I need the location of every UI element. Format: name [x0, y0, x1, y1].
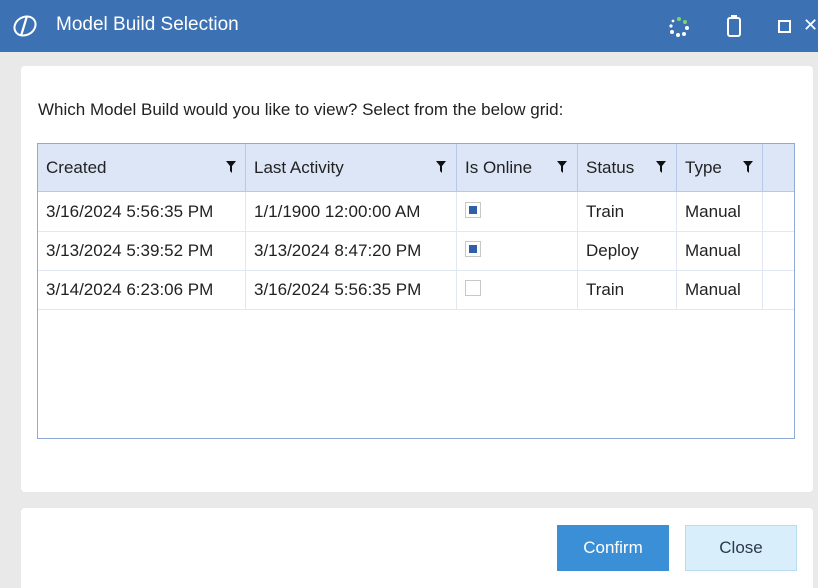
cell-last-activity: 3/13/2024 8:47:20 PM [246, 231, 457, 270]
cell-text: 3/16/2024 5:56:35 PM [254, 280, 422, 299]
app-logo-icon [13, 15, 37, 37]
table-row[interactable]: 3/14/2024 6:23:06 PM 3/16/2024 5:56:35 P… [38, 270, 794, 310]
filter-icon[interactable] [226, 161, 236, 173]
filter-icon[interactable] [656, 161, 666, 173]
column-header-is-online[interactable]: Is Online [457, 144, 578, 191]
table-row[interactable]: 3/13/2024 5:39:52 PM 3/13/2024 8:47:20 P… [38, 231, 794, 271]
column-header-label: Status [586, 158, 635, 177]
cell-created: 3/13/2024 5:39:52 PM [38, 231, 246, 270]
cell-text: Deploy [586, 241, 639, 260]
filter-icon[interactable] [557, 161, 567, 173]
column-header-type[interactable]: Type [677, 144, 763, 191]
cell-created: 3/16/2024 5:56:35 PM [38, 192, 246, 231]
cell-type: Manual [677, 231, 763, 270]
column-header-label: Last Activity [254, 158, 344, 177]
window-title: Model Build Selection [56, 14, 239, 35]
cell-type: Manual [677, 270, 763, 309]
online-checkbox[interactable] [465, 202, 481, 218]
column-header-last-activity[interactable]: Last Activity [246, 144, 457, 191]
table-row[interactable]: 3/16/2024 5:56:35 PM 1/1/1900 12:00:00 A… [38, 192, 794, 232]
cell-status: Train [578, 270, 677, 309]
cell-text: 3/16/2024 5:56:35 PM [46, 202, 214, 221]
maximize-icon[interactable] [778, 20, 791, 33]
cell-text: Manual [685, 280, 741, 299]
online-checkbox[interactable] [465, 241, 481, 257]
loading-spinner-icon [669, 17, 689, 37]
filter-icon[interactable] [743, 161, 753, 173]
column-header-label: Type [685, 158, 722, 177]
grid-header-row: Created Last Activity Is Online Status T… [38, 144, 794, 192]
column-header-created[interactable]: Created [38, 144, 246, 191]
cell-type: Manual [677, 192, 763, 231]
column-header-label: Is Online [465, 158, 533, 177]
cell-status: Deploy [578, 231, 677, 270]
prompt-text: Which Model Build would you like to view… [38, 100, 564, 119]
title-bar: Model Build Selection ✕ [0, 0, 818, 52]
close-button[interactable]: Close [685, 525, 797, 571]
cell-text: 3/13/2024 8:47:20 PM [254, 241, 422, 260]
cell-text: 1/1/1900 12:00:00 AM [254, 202, 421, 221]
cell-text: Manual [685, 202, 741, 221]
model-build-grid[interactable]: Created Last Activity Is Online Status T… [37, 143, 795, 439]
battery-icon[interactable] [727, 15, 741, 37]
close-icon[interactable]: ✕ [803, 14, 818, 36]
cell-is-online [457, 270, 578, 309]
cell-is-online [457, 231, 578, 270]
column-header-status[interactable]: Status [578, 144, 677, 191]
cell-created: 3/14/2024 6:23:06 PM [38, 270, 246, 309]
confirm-button[interactable]: Confirm [557, 525, 669, 571]
online-checkbox[interactable] [465, 280, 481, 296]
cell-text: Manual [685, 241, 741, 260]
cell-text: 3/13/2024 5:39:52 PM [46, 241, 214, 260]
cell-last-activity: 1/1/1900 12:00:00 AM [246, 192, 457, 231]
filter-icon[interactable] [436, 161, 446, 173]
cell-text: 3/14/2024 6:23:06 PM [46, 280, 214, 299]
cell-is-online [457, 192, 578, 231]
column-header-label: Created [46, 158, 107, 177]
cell-status: Train [578, 192, 677, 231]
cell-text: Train [586, 280, 625, 299]
cell-last-activity: 3/16/2024 5:56:35 PM [246, 270, 457, 309]
cell-text: Train [586, 202, 625, 221]
